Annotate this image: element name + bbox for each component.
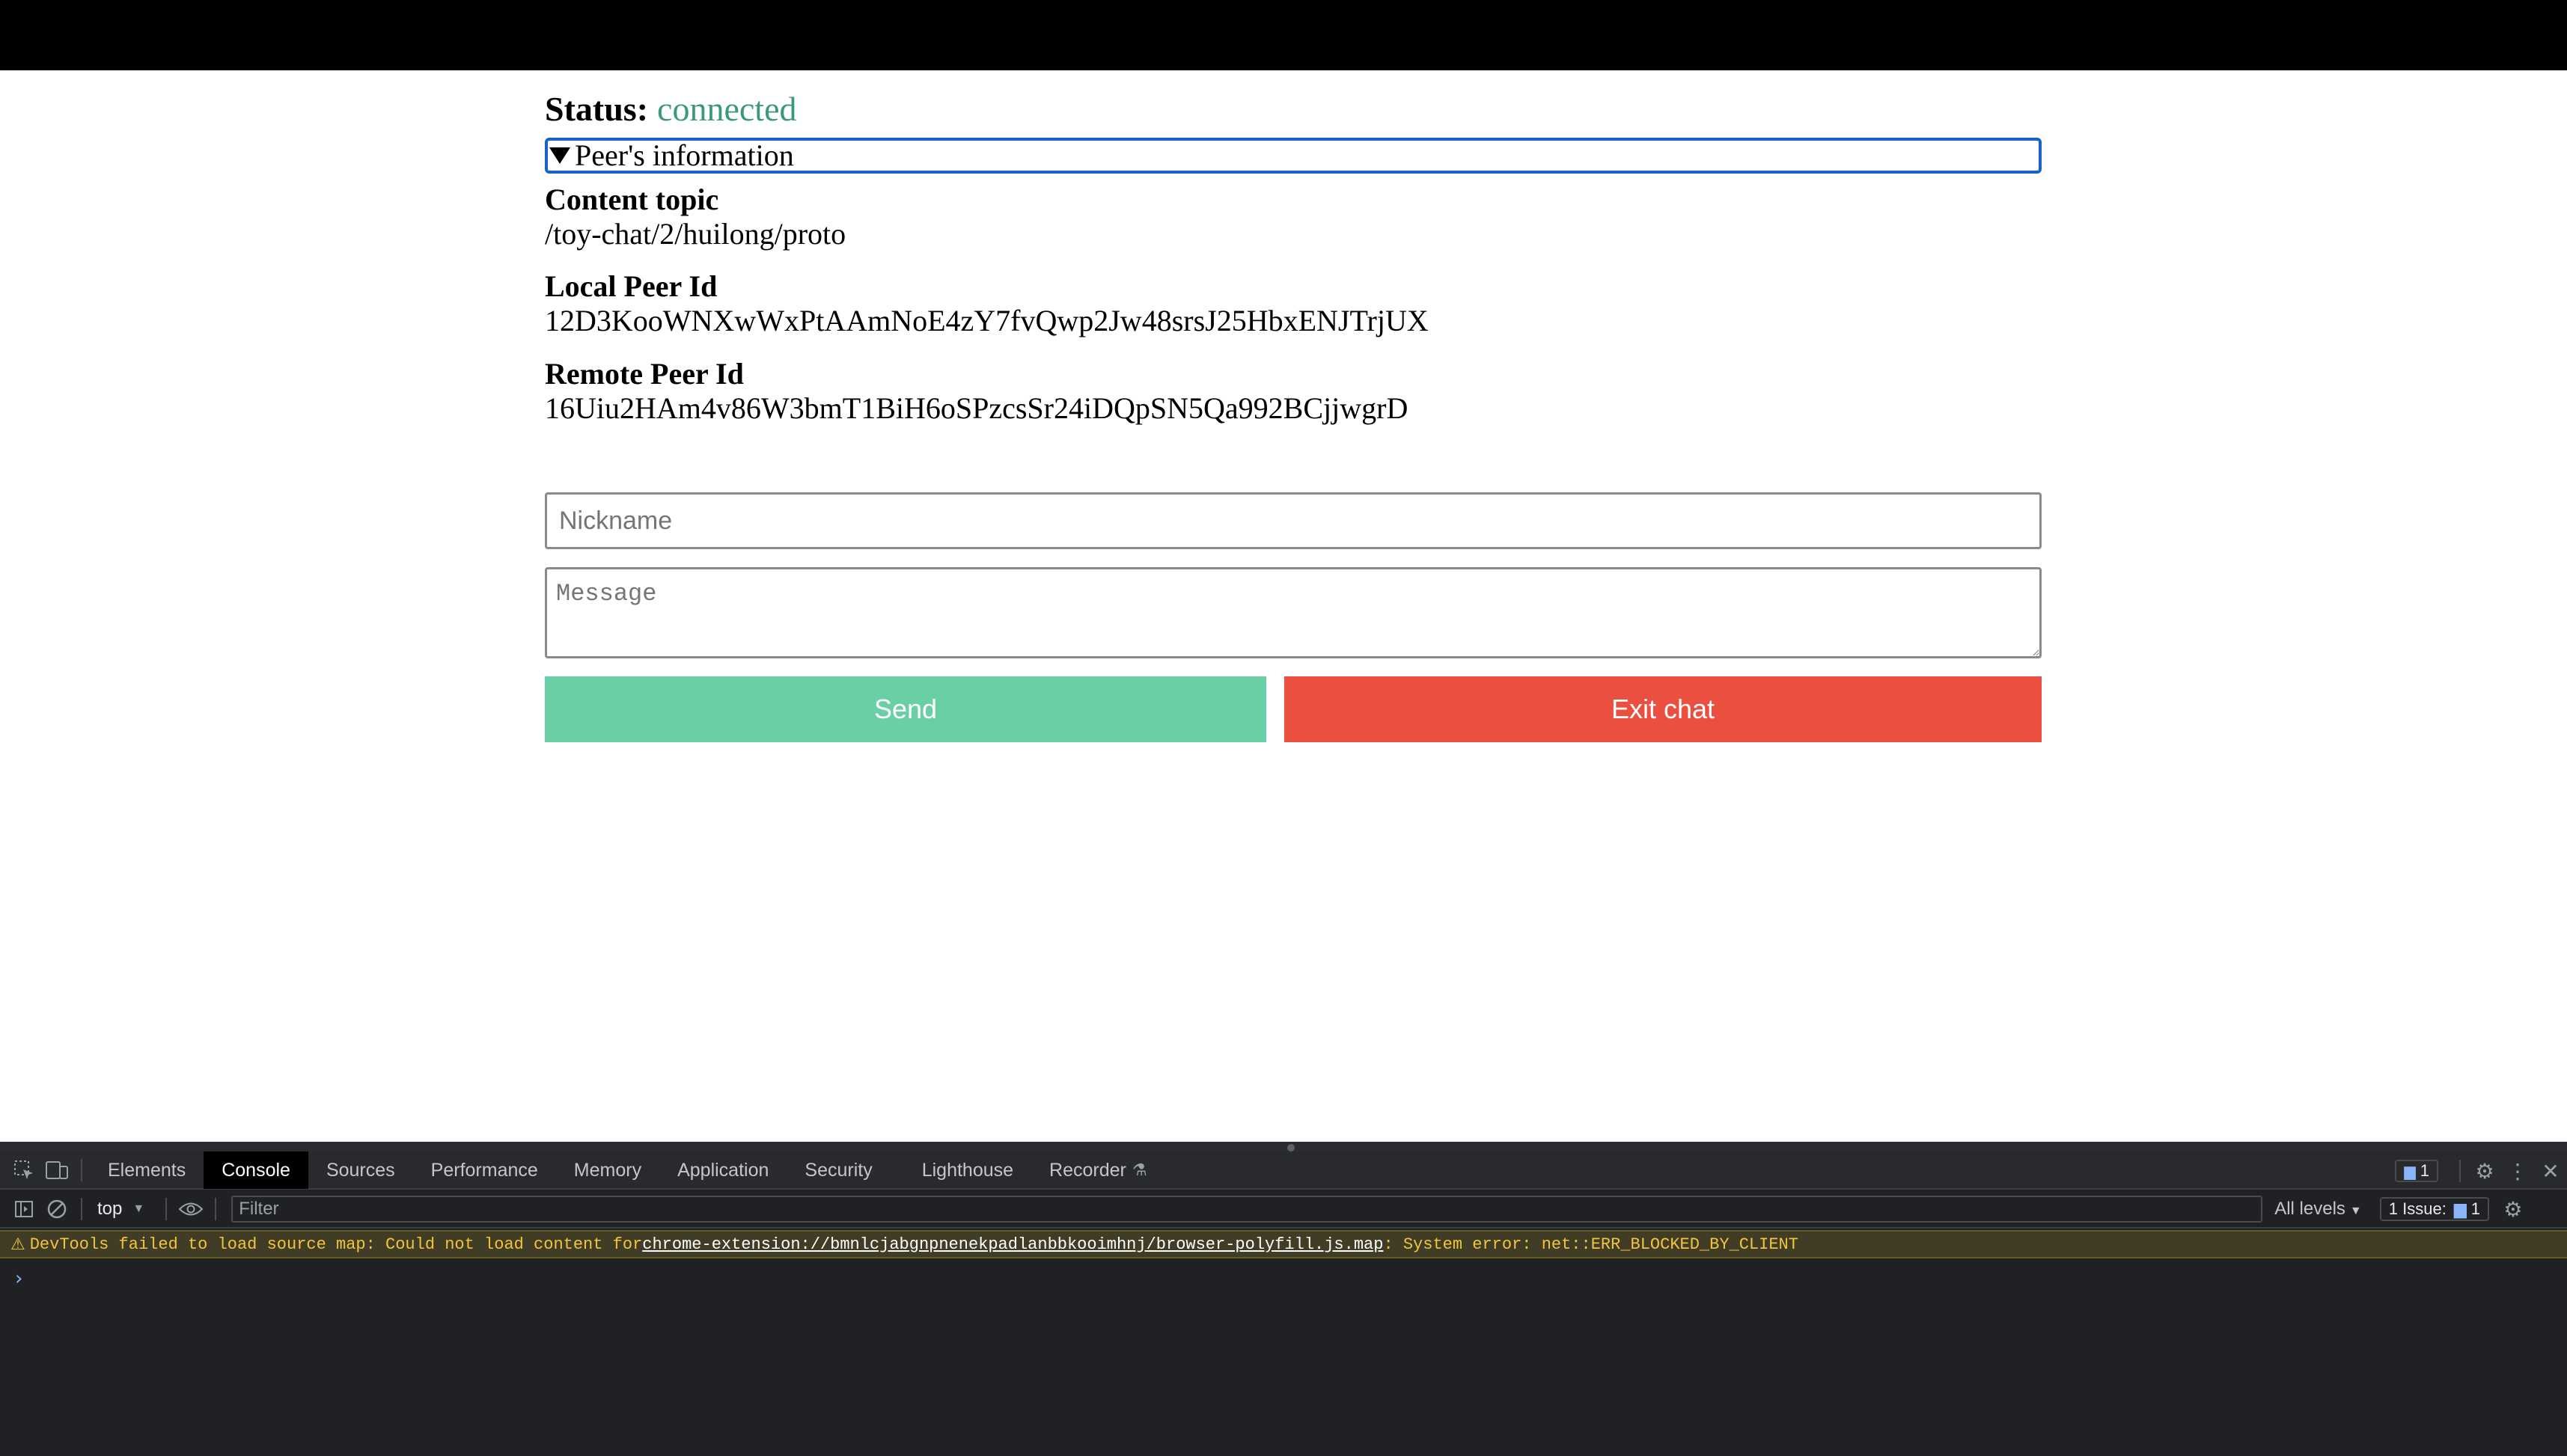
content-topic-block: Content topic /toy-chat/2/huilong/proto <box>545 183 846 251</box>
exit-chat-button[interactable]: Exit chat <box>1284 676 2042 742</box>
eye-icon[interactable] <box>174 1193 207 1226</box>
tab-elements[interactable]: Elements <box>90 1151 204 1189</box>
content-topic-title: Content topic <box>545 183 719 216</box>
peer-info-summary[interactable]: Peer's information <box>545 138 2042 174</box>
context-select[interactable]: top ▼ <box>97 1199 144 1220</box>
settings-gear-icon[interactable]: ⚙ <box>2468 1154 2501 1187</box>
devtools-right-controls: ▆ 1 ⚙ ⋮ ✕ <box>2395 1152 2567 1190</box>
caret-down-icon: ▼ <box>132 1202 145 1215</box>
sidebar-toggle-icon[interactable] <box>7 1193 40 1226</box>
status-label: Status: <box>545 90 649 128</box>
status-value: connected <box>657 90 797 128</box>
remote-peer-value: 16Uiu2HAm4v86W3bmT1BiH6oSPzcsSr24iDQpSN5… <box>545 391 1408 425</box>
warning-triangle-icon: ⚠ <box>10 1235 25 1254</box>
more-vertical-icon[interactable]: ⋮ <box>2501 1154 2534 1187</box>
chat-bubble-icon: ▆ <box>2453 1199 2467 1218</box>
issues-badge[interactable]: 1 Issue: ▆ 1 <box>2379 1197 2489 1221</box>
messages-count: 1 <box>2420 1161 2429 1180</box>
issues-count: 1 <box>2470 1199 2480 1218</box>
tab-performance[interactable]: Performance <box>413 1151 556 1189</box>
console-filter-input[interactable] <box>231 1196 2263 1223</box>
console-filter-bar: top ▼ All levels ▼ 1 Issue: ▆ 1 ⚙ <box>0 1191 2567 1229</box>
tab-recorder[interactable]: Recorder ⚗ <box>1031 1151 1165 1189</box>
warning-source-map-link[interactable]: chrome-extension://bmnlcjabgnpnenekpadla… <box>642 1235 1383 1254</box>
toolbar-separator <box>81 1198 82 1220</box>
log-levels-value: All levels <box>2274 1199 2345 1219</box>
peer-info-summary-label: Peer's information <box>575 138 794 172</box>
devtools-panel: Elements Console Sources Performance Mem… <box>0 1142 2567 1456</box>
tab-security[interactable]: Security <box>787 1151 890 1189</box>
local-peer-block: Local Peer Id 12D3KooWNXwWxPtAAmNoE4zY7f… <box>545 269 1429 338</box>
local-peer-title: Local Peer Id <box>545 269 718 303</box>
remote-peer-block: Remote Peer Id 16Uiu2HAm4v86W3bmT1BiH6oS… <box>545 357 1408 426</box>
console-settings-gear-icon[interactable]: ⚙ <box>2497 1193 2530 1226</box>
disclosure-triangle-icon <box>549 147 570 164</box>
nickname-input[interactable] <box>545 492 2042 549</box>
local-peer-value: 12D3KooWNXwWxPtAAmNoE4zY7fvQwp2Jw48srsJ2… <box>545 304 1429 337</box>
clear-console-icon[interactable] <box>40 1193 73 1226</box>
tab-console[interactable]: Console <box>204 1151 308 1189</box>
tab-application[interactable]: Application <box>659 1151 787 1189</box>
issues-label: 1 Issue: <box>2388 1199 2447 1218</box>
tab-memory[interactable]: Memory <box>556 1151 659 1189</box>
inspect-element-icon[interactable] <box>7 1154 40 1187</box>
message-textarea[interactable] <box>545 567 2042 658</box>
remote-peer-title: Remote Peer Id <box>545 357 744 391</box>
send-button[interactable]: Send <box>545 676 1266 742</box>
caret-down-icon: ▼ <box>2349 1205 2362 1217</box>
devtools-resize-handle[interactable] <box>0 1142 2567 1152</box>
messages-badge[interactable]: ▆ 1 <box>2395 1160 2438 1182</box>
close-icon[interactable]: ✕ <box>2534 1154 2567 1187</box>
chat-page: Status: connected Peer's information Cont… <box>0 70 2567 1142</box>
tab-recorder-label: Recorder <box>1049 1159 1126 1181</box>
tab-sources[interactable]: Sources <box>308 1151 413 1189</box>
device-toolbar-icon[interactable] <box>40 1154 73 1187</box>
browser-top-bar <box>0 0 2567 70</box>
tab-lighthouse[interactable]: Lighthouse <box>904 1151 1031 1189</box>
chat-bubble-icon: ▆ <box>2404 1163 2416 1180</box>
flask-icon: ⚗ <box>1132 1160 1147 1179</box>
console-prompt-icon[interactable]: › <box>15 1267 22 1290</box>
content-topic-value: /toy-chat/2/huilong/proto <box>545 217 846 251</box>
toolbar-separator <box>81 1159 82 1181</box>
toolbar-separator <box>2459 1160 2461 1182</box>
console-warning-message: ⚠ DevTools failed to load source map: Co… <box>0 1230 2567 1258</box>
devtools-tab-bar: Elements Console Sources Performance Mem… <box>0 1151 2567 1190</box>
warning-prefix: DevTools failed to load source map: Coul… <box>29 1235 643 1254</box>
log-levels-select[interactable]: All levels ▼ <box>2274 1199 2362 1220</box>
warning-suffix: : System error: net::ERR_BLOCKED_BY_CLIE… <box>1383 1235 1798 1254</box>
resize-grip-icon <box>1287 1144 1295 1151</box>
context-select-value: top <box>97 1199 123 1219</box>
toolbar-separator <box>165 1198 168 1220</box>
toolbar-separator <box>215 1198 217 1220</box>
status-line: Status: connected <box>545 88 796 130</box>
